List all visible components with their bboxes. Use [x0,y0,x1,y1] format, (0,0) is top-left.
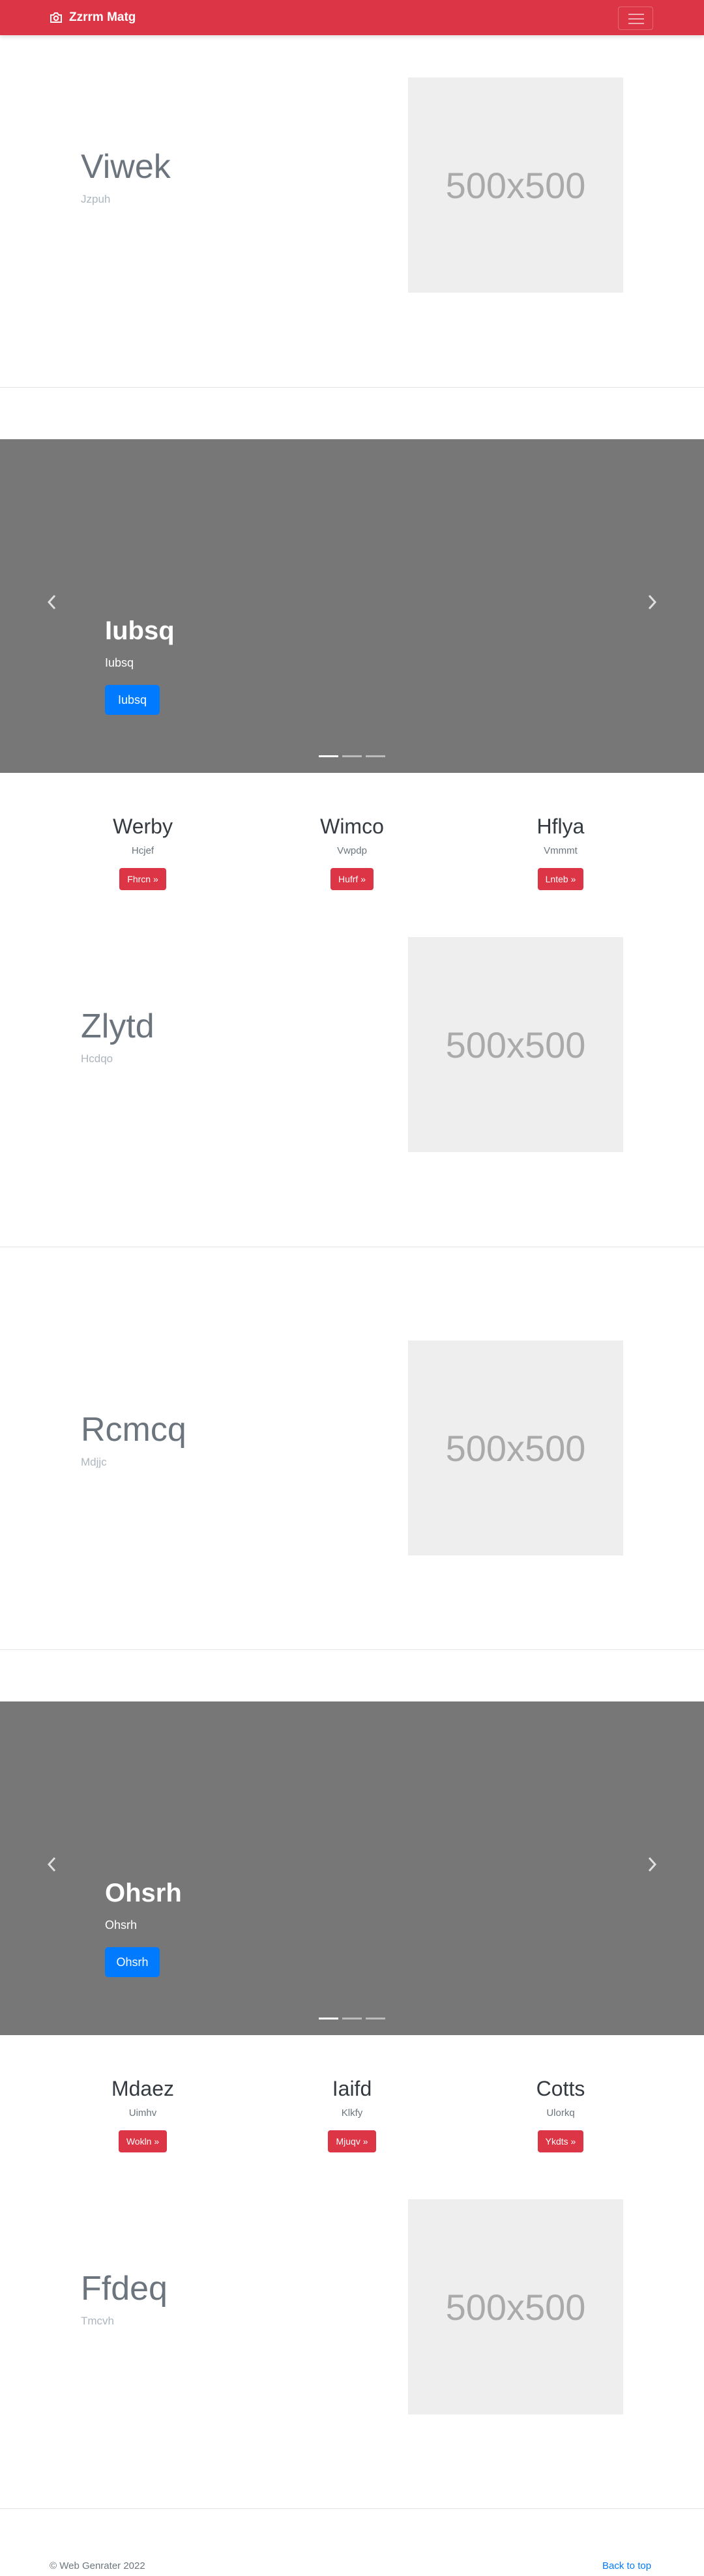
carousel-caption-title: Ohsrh [105,1879,182,1907]
column-text: Uimhv [128,2107,157,2119]
feature-title: Viwek [81,148,171,186]
feature-subtitle: Mdjjc [81,1456,107,1468]
hamburger-icon-line [628,23,644,24]
carousel-indicator[interactable] [319,755,338,757]
placeholder-label: 500x500 [445,2286,586,2328]
placeholder-image: 500x500 [408,78,623,293]
carousel-caption-button[interactable]: Ohsrh [105,1947,160,1977]
carousel-indicator[interactable] [342,755,362,757]
divider [0,1649,704,1650]
column-text: Klkfy [341,2107,363,2119]
chevron-left-icon[interactable] [46,1857,59,1872]
column-button[interactable]: Fhrcn » [119,868,166,890]
placeholder-image: 500x500 [408,1340,623,1556]
column-heading: Hflya [536,815,585,838]
carousel-caption-text: Iubsq [105,656,134,669]
marketing-column: Cotts Ulorkq Ykdts » [476,2077,645,2152]
placeholder-image: 500x500 [408,937,623,1152]
column-button[interactable]: Hufrf » [330,868,374,890]
chevron-right-icon[interactable] [645,1857,658,1872]
column-heading: Cotts [536,2077,585,2100]
footer-copyright: © Web Genrater 2022 [50,2560,145,2571]
carousel-indicator[interactable] [366,755,385,757]
column-button[interactable]: Lnteb » [537,868,584,890]
carousel-indicator[interactable] [366,2018,385,2019]
feature-subtitle: Tmcvh [81,2315,114,2327]
placeholder-label: 500x500 [445,1024,586,1065]
carousel-caption-text: Ohsrh [105,1918,138,1932]
column-text: Hcjef [131,845,154,856]
feature-title: Rcmcq [81,1411,186,1449]
feature-title: Ffdeq [81,2270,168,2308]
feature-subtitle: Jzpuh [81,193,111,205]
navbar: Zzrrm Matg [0,0,704,35]
placeholder-label: 500x500 [445,164,586,206]
back-to-top-link[interactable]: Back to top [602,2560,651,2571]
column-heading: Werby [113,815,173,838]
hamburger-icon-line [628,18,644,20]
placeholder-label: 500x500 [445,1427,586,1469]
chevron-right-icon[interactable] [645,594,658,610]
marketing-column: Iaifd Klkfy Mjuqv » [267,2077,437,2152]
marketing-column: Hflya Vmmmt Lnteb » [476,815,645,890]
carousel: Ohsrh Ohsrh Ohsrh [0,1701,704,2035]
carousel-indicator[interactable] [319,2018,338,2019]
column-button[interactable]: Wokln » [118,2130,168,2152]
marketing-column: Mdaez Uimhv Wokln » [58,2077,227,2152]
carousel-caption-title: Iubsq [105,616,175,645]
navbar-toggler-button[interactable] [618,7,653,30]
carousel: Iubsq Iubsq Iubsq [0,439,704,773]
brand-link[interactable]: Zzrrm Matg [50,9,136,26]
camera-icon [50,12,62,23]
feature-subtitle: Hcdqo [81,1052,113,1065]
marketing-column: Werby Hcjef Fhrcn » [58,815,227,890]
divider [0,2508,704,2509]
placeholder-image: 500x500 [408,2199,623,2414]
divider [0,387,704,388]
column-button[interactable]: Ykdts » [537,2130,584,2152]
hamburger-icon [628,14,644,15]
column-text: Vwpdp [337,845,367,856]
carousel-indicator[interactable] [342,2018,362,2019]
feature-title: Zlytd [81,1007,154,1045]
brand-name: Zzrrm Matg [69,10,136,24]
chevron-left-icon[interactable] [46,594,59,610]
column-button[interactable]: Mjuqv » [328,2130,376,2152]
column-heading: Iaifd [332,2077,372,2100]
marketing-column: Wimco Vwpdp Hufrf » [267,815,437,890]
carousel-caption-button[interactable]: Iubsq [105,685,160,715]
column-heading: Wimco [320,815,384,838]
column-text: Ulorkq [546,2107,575,2119]
column-text: Vmmmt [544,845,578,856]
column-heading: Mdaez [111,2077,175,2100]
